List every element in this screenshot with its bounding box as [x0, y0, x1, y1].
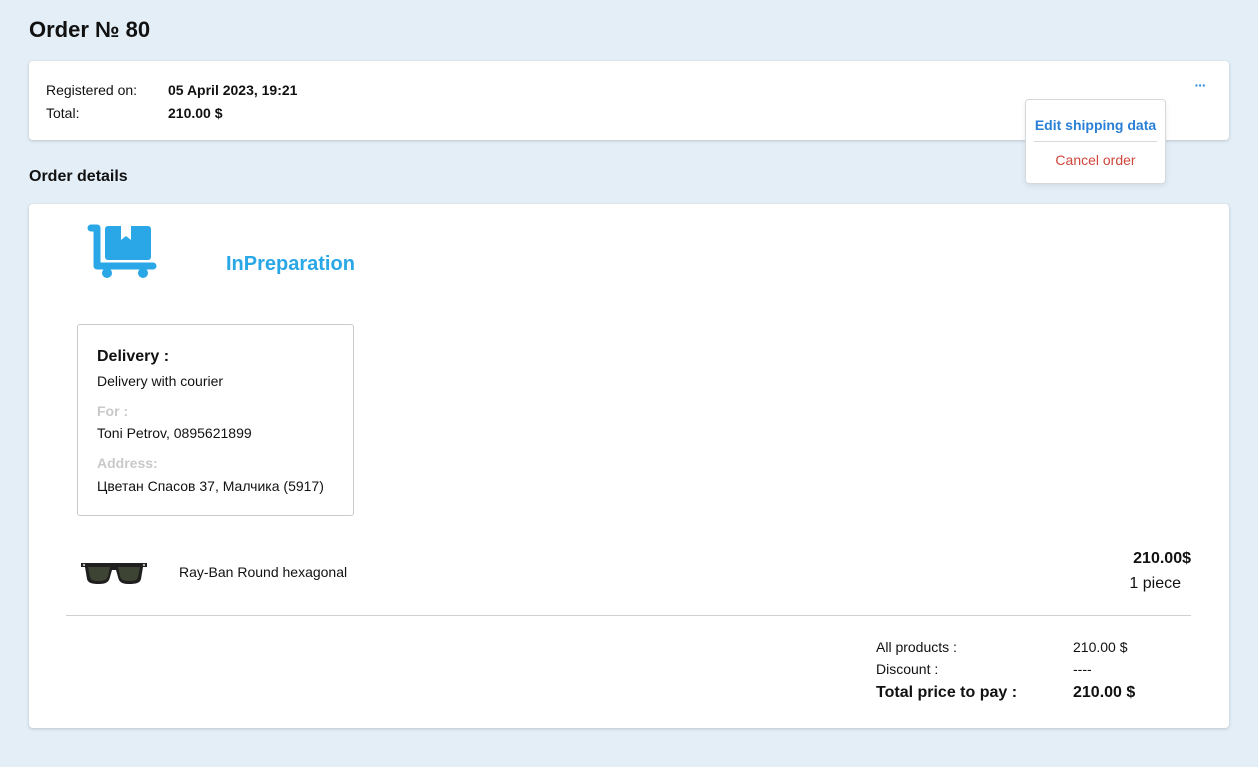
- cancel-order-button[interactable]: Cancel order: [1026, 152, 1165, 168]
- more-options-button[interactable]: ···: [1191, 78, 1209, 92]
- total-to-pay-label: Total price to pay :: [876, 684, 1018, 701]
- registered-label: Registered on:: [46, 82, 138, 98]
- total-value: 210.00 $: [168, 105, 223, 121]
- recipient-label: For :: [97, 403, 129, 419]
- total-to-pay-value: 210.00 $: [1073, 684, 1136, 701]
- product-name: Ray-Ban Round hexagonal: [179, 564, 348, 580]
- product-price: 210.00$: [1133, 550, 1191, 567]
- sunglasses-icon: [81, 563, 147, 584]
- all-products-value: 210.00 $: [1073, 639, 1128, 655]
- delivery-info-box: Delivery : Delivery with courier For : T…: [77, 324, 354, 516]
- menu-divider: [1034, 141, 1157, 142]
- order-details-title: Order details: [29, 168, 128, 185]
- order-status: InPreparation: [226, 253, 355, 275]
- product-quantity: 1 piece: [1129, 575, 1181, 592]
- delivery-title: Delivery :: [97, 348, 170, 365]
- products-divider: [66, 615, 1191, 616]
- total-row: Total: 210.00 $: [46, 105, 223, 121]
- address-value: Цветан Спасов 37, Малчика (5917): [97, 478, 324, 494]
- all-products-label: All products :: [876, 639, 957, 655]
- registered-value: 05 April 2023, 19:21: [168, 82, 298, 98]
- total-label: Total:: [46, 105, 80, 121]
- cart-icon: [87, 224, 157, 278]
- address-label: Address:: [97, 455, 158, 471]
- order-actions-menu: Edit shipping data Cancel order: [1025, 99, 1166, 184]
- edit-shipping-data-button[interactable]: Edit shipping data: [1026, 117, 1165, 133]
- recipient-value: Toni Petrov, 0895621899: [97, 425, 252, 441]
- page-title: Order № 80: [29, 17, 151, 42]
- order-details-card: InPreparation Delivery : Delivery with c…: [29, 204, 1229, 728]
- discount-value: ----: [1073, 661, 1092, 677]
- delivery-method: Delivery with courier: [97, 373, 224, 389]
- discount-label: Discount :: [876, 661, 939, 677]
- registered-row: Registered on: 05 April 2023, 19:21: [46, 82, 297, 98]
